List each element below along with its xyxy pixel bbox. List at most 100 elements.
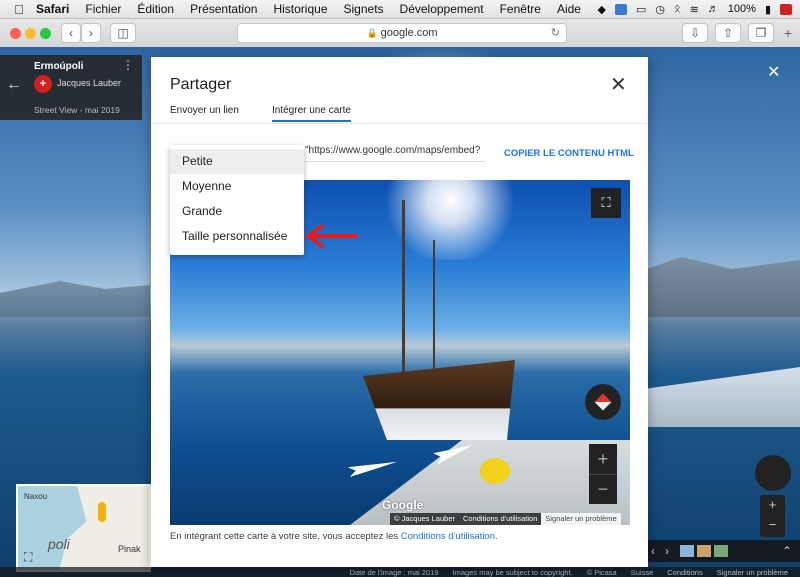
- mini-map[interactable]: Naxou poli Pinak ⛶: [16, 484, 151, 572]
- compass-icon[interactable]: [755, 455, 791, 491]
- menu-historique[interactable]: Historique: [273, 2, 327, 16]
- author-name[interactable]: Jacques Lauber: [57, 78, 121, 88]
- time-machine-icon[interactable]: ◷: [655, 3, 665, 16]
- copy-html-button[interactable]: COPIER LE CONTENU HTML: [504, 148, 634, 159]
- share-dialog: Partager ✕ Envoyer un lien Intégrer une …: [151, 57, 648, 567]
- window-zoom-button[interactable]: [40, 28, 51, 39]
- menu-presentation[interactable]: Présentation: [190, 2, 257, 16]
- capture-date: Street View - mai 2019: [34, 105, 120, 115]
- airplay-icon[interactable]: ▭: [636, 3, 646, 16]
- annotation-arrow-icon: [306, 224, 358, 248]
- footer-item[interactable]: © Picasa: [587, 568, 617, 577]
- battery-icon[interactable]: ▮: [765, 3, 771, 16]
- footer-item[interactable]: Signaler un problème: [717, 568, 788, 577]
- zoom-in-icon[interactable]: +: [589, 444, 617, 475]
- dropbox-icon[interactable]: ◆: [597, 3, 605, 16]
- menu-fenetre[interactable]: Fenêtre: [500, 2, 541, 16]
- attribution-report[interactable]: Signaler un problème: [541, 513, 621, 525]
- agreement-text: En intégrant cette carte à votre site, v…: [170, 531, 498, 542]
- menu-signets[interactable]: Signets: [344, 2, 384, 16]
- lock-icon: 🔒: [366, 27, 378, 38]
- share-icon[interactable]: ⇧: [715, 23, 741, 43]
- tabs-overview-icon[interactable]: ❐: [748, 23, 774, 43]
- footer-item[interactable]: Suisse: [631, 568, 654, 577]
- tab-send-link[interactable]: Envoyer un lien: [170, 105, 239, 116]
- menu-fichier[interactable]: Fichier: [85, 2, 121, 16]
- bluetooth-icon[interactable]: ᛟ: [674, 3, 681, 15]
- size-option-large[interactable]: Grande: [170, 199, 304, 224]
- macos-menubar:  Safari Fichier Édition Présentation Hi…: [0, 0, 800, 19]
- boat-mast: [402, 200, 405, 390]
- boat-hull: [363, 360, 515, 440]
- attribution-author[interactable]: © Jacques Lauber: [390, 513, 459, 525]
- volume-icon[interactable]: ♬: [708, 3, 719, 15]
- photo-thumbnail[interactable]: [680, 545, 694, 557]
- window-close-button[interactable]: [10, 28, 21, 39]
- embed-code-field[interactable]: "https://www.google.com/maps/embed?: [305, 145, 485, 162]
- compass-icon[interactable]: [585, 384, 621, 420]
- wifi-icon[interactable]: ≋: [690, 3, 699, 16]
- downloads-icon[interactable]: ⇩: [682, 23, 708, 43]
- hill-right: [630, 257, 800, 317]
- expand-strip-icon[interactable]: ⌃: [782, 544, 792, 558]
- zoom-control[interactable]: + −: [760, 495, 785, 537]
- menu-safari[interactable]: Safari: [36, 2, 69, 16]
- close-streetview-icon[interactable]: ✕: [767, 62, 780, 82]
- address-bar[interactable]: 🔒 google.com ↻: [237, 23, 567, 43]
- agreement-body: En intégrant cette carte à votre site, v…: [170, 531, 401, 542]
- new-tab-icon[interactable]: +: [784, 25, 792, 41]
- avatar[interactable]: +: [34, 75, 52, 93]
- apple-menu-icon[interactable]: : [12, 2, 26, 17]
- attribution-terms[interactable]: Conditions d'utilisation: [458, 513, 542, 525]
- map-label: Pinak: [118, 544, 141, 554]
- prev-photo-icon[interactable]: ‹: [651, 544, 655, 558]
- close-dialog-icon[interactable]: ✕: [610, 75, 627, 95]
- swiss-flag-icon[interactable]: [780, 3, 792, 15]
- photo-thumbnail[interactable]: [714, 545, 728, 557]
- zoom-in-icon[interactable]: +: [760, 495, 785, 515]
- expand-map-icon[interactable]: ⛶: [24, 550, 32, 565]
- zoom-out-icon[interactable]: −: [589, 475, 617, 504]
- boat-right: [630, 367, 800, 427]
- tab-embed-map[interactable]: Intégrer une carte: [272, 105, 351, 122]
- place-name[interactable]: Ermoúpoli: [34, 61, 83, 72]
- fullscreen-icon[interactable]: ⛶: [591, 188, 621, 218]
- sidebar-toggle-icon[interactable]: ◫: [110, 23, 136, 43]
- menu-developpement[interactable]: Développement: [400, 2, 484, 16]
- map-footer: Date de l'image : mai 2019 Images may be…: [0, 567, 800, 577]
- reload-icon[interactable]: ↻: [551, 26, 560, 39]
- compass-needle: [594, 393, 612, 411]
- forward-arrow-icon[interactable]: ›: [81, 23, 101, 43]
- back-arrow-icon[interactable]: ←: [6, 76, 22, 94]
- back-arrow-icon[interactable]: ‹: [61, 23, 81, 43]
- terms-link[interactable]: Conditions d'utilisation: [401, 531, 495, 542]
- window-minimize-button[interactable]: [25, 28, 36, 39]
- map-label: poli: [48, 536, 70, 552]
- size-option-custom[interactable]: Taille personnalisée: [170, 224, 304, 249]
- zoom-out-icon[interactable]: −: [760, 515, 785, 535]
- address-text: google.com: [380, 27, 438, 39]
- size-option-small[interactable]: Petite: [170, 149, 304, 174]
- nav-arrow-icon[interactable]: [348, 457, 399, 477]
- dialog-title: Partager: [170, 76, 232, 93]
- safari-toolbar: ‹ › ◫ 🔒 google.com ↻ ⇩ ⇧ ❐ +: [0, 19, 800, 48]
- more-options-icon[interactable]: ⋮: [122, 59, 134, 71]
- photo-thumbnail[interactable]: [697, 545, 711, 557]
- google-logo: Google: [382, 498, 424, 512]
- menu-edition[interactable]: Édition: [137, 2, 174, 16]
- menubar-status-area: ◆ ▭ ◷ ᛟ ≋ ♬ 100% ▮: [597, 0, 792, 18]
- map-label: Naxou: [24, 492, 48, 501]
- boat-mast: [433, 240, 435, 390]
- zoom-control[interactable]: + −: [589, 444, 617, 504]
- agreement-end: .: [495, 531, 498, 542]
- next-photo-icon[interactable]: ›: [665, 544, 669, 558]
- yellow-buoy: [480, 458, 510, 484]
- size-option-medium[interactable]: Moyenne: [170, 174, 304, 199]
- streetview-info-card: ← Ermoúpoli ⋮ + Jacques Lauber Street Vi…: [0, 55, 142, 120]
- footer-item[interactable]: Conditions: [667, 568, 702, 577]
- size-dropdown-menu: Petite Moyenne Grande Taille personnalis…: [170, 145, 304, 255]
- app-status-icon[interactable]: [614, 3, 627, 15]
- menu-aide[interactable]: Aide: [557, 2, 581, 16]
- map-land: [58, 486, 149, 570]
- share-tabs: Envoyer un lien Intégrer une carte: [151, 101, 648, 124]
